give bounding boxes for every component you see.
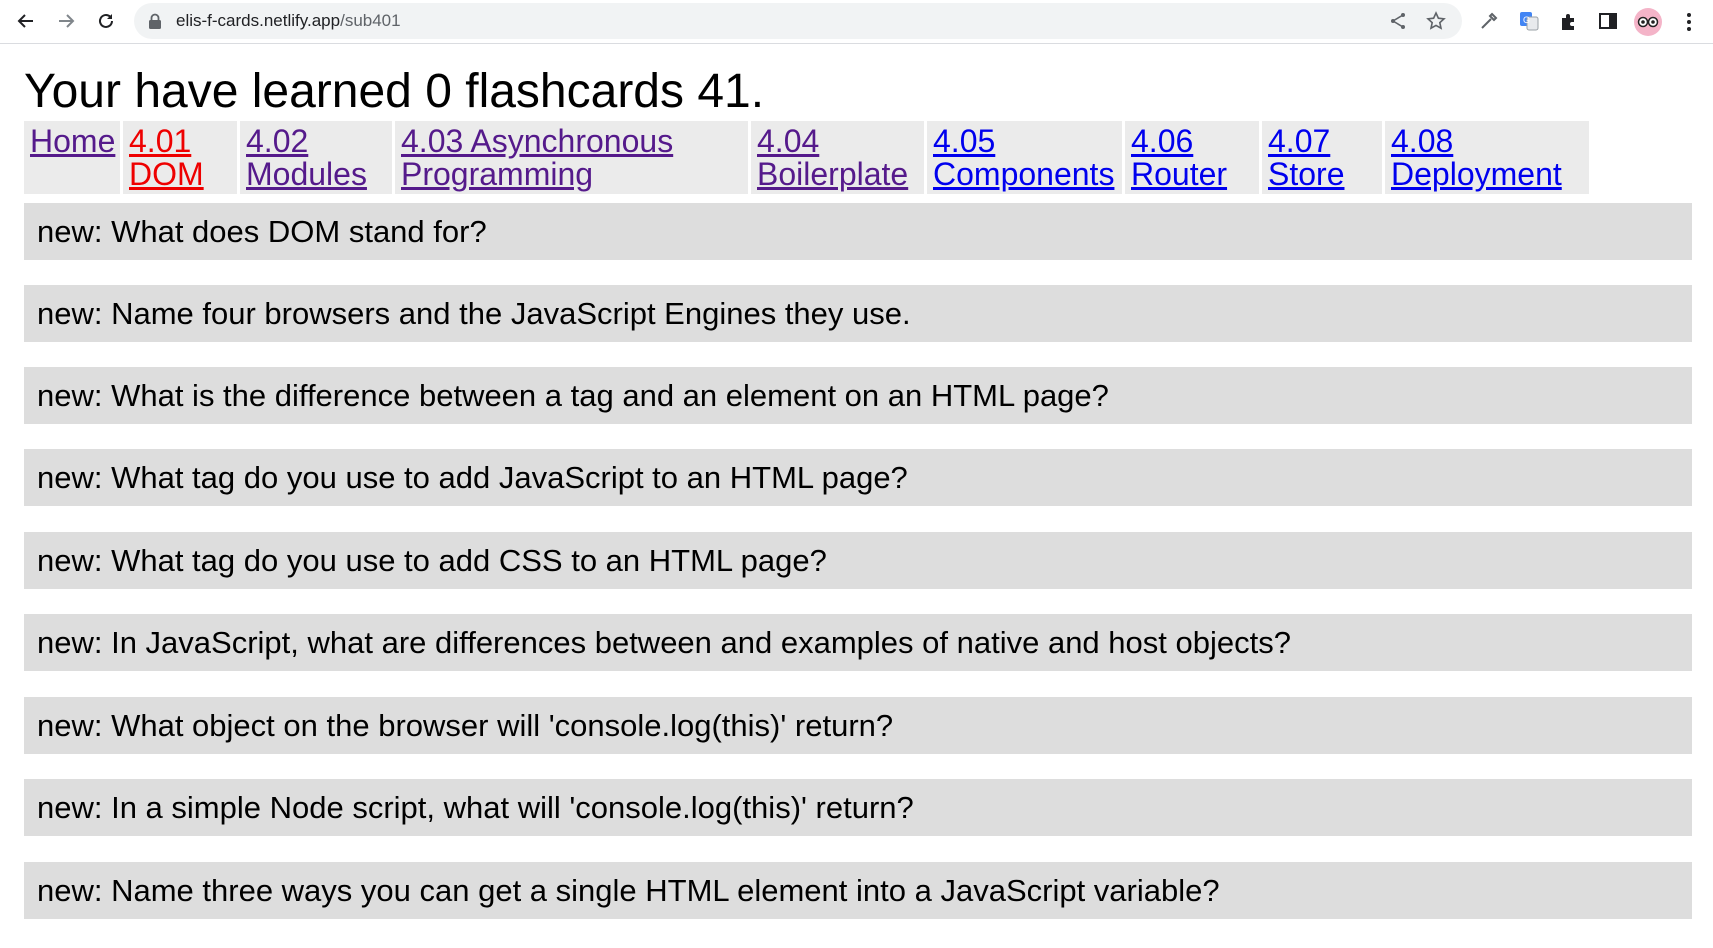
nav-link-router[interactable]: 4.06 Router (1131, 123, 1227, 192)
nav-link-dom[interactable]: 4.01 DOM (129, 123, 204, 192)
nav-link-deployment[interactable]: 4.08 Deployment (1391, 123, 1562, 192)
nav-cell-deployment: 4.08 Deployment (1385, 121, 1589, 194)
flashcard[interactable]: new: What tag do you use to add CSS to a… (24, 532, 1692, 589)
address-bar[interactable]: elis-f-cards.netlify.app/sub401 (134, 3, 1462, 39)
nav-cell-store: 4.07 Store (1262, 121, 1382, 194)
nav-cell-dom: 4.01 DOM (123, 121, 237, 194)
lock-icon[interactable] (148, 13, 162, 29)
flashcard[interactable]: new: What object on the browser will 'co… (24, 697, 1692, 754)
nav-cell-async: 4.03 Asynchronous Programming (395, 121, 748, 194)
nav-cell-router: 4.06 Router (1125, 121, 1259, 194)
flashcard[interactable]: new: Name three ways you can get a singl… (24, 862, 1692, 919)
nav-cell-home: Home (24, 121, 120, 194)
nav-link-components[interactable]: 4.05 Components (933, 123, 1114, 192)
nav-cell-boilerplate: 4.04 Boilerplate (751, 121, 924, 194)
flashcard[interactable]: new: What does DOM stand for? (24, 203, 1692, 260)
nav-link-boilerplate[interactable]: 4.04 Boilerplate (757, 123, 908, 192)
eyedropper-icon[interactable] (1478, 10, 1500, 32)
url-host: elis-f-cards.netlify.app (176, 11, 341, 30)
flashcard[interactable]: new: In a simple Node script, what will … (24, 779, 1692, 836)
share-icon[interactable] (1388, 11, 1408, 31)
flashcard[interactable]: new: In JavaScript, what are differences… (24, 614, 1692, 671)
more-menu-icon[interactable] (1683, 10, 1695, 34)
nav-link-async[interactable]: 4.03 Asynchronous Programming (401, 123, 673, 192)
avatar[interactable] (1634, 8, 1662, 36)
nav-link-home[interactable]: Home (30, 123, 115, 159)
topic-nav: Home 4.01 DOM 4.02 Modules 4.03 Asynchro… (21, 121, 1592, 194)
flashcard[interactable]: new: What is the difference between a ta… (24, 367, 1692, 424)
nav-link-store[interactable]: 4.07 Store (1268, 123, 1344, 192)
flashcard[interactable]: new: What tag do you use to add JavaScri… (24, 449, 1692, 506)
translate-icon[interactable]: G (1518, 10, 1540, 32)
forward-arrow-icon[interactable] (51, 6, 81, 36)
url-text[interactable]: elis-f-cards.netlify.app/sub401 (176, 3, 401, 39)
back-arrow-icon[interactable] (11, 6, 41, 36)
nav-link-modules[interactable]: 4.02 Modules (246, 123, 367, 192)
nav-cell-components: 4.05 Components (927, 121, 1122, 194)
flashcard[interactable]: new: Name four browsers and the JavaScri… (24, 285, 1692, 342)
page-title: Your have learned 0 flashcards 41. (24, 65, 765, 118)
svg-text:G: G (1523, 15, 1530, 25)
browser-toolbar: elis-f-cards.netlify.app/sub401 G (0, 0, 1713, 44)
reload-icon[interactable] (91, 6, 121, 36)
url-path: /sub401 (340, 11, 401, 30)
side-panel-icon[interactable] (1597, 10, 1619, 32)
star-icon[interactable] (1426, 11, 1446, 31)
nav-cell-modules: 4.02 Modules (240, 121, 392, 194)
glasses-icon (1637, 16, 1659, 28)
puzzle-icon[interactable] (1558, 10, 1580, 32)
